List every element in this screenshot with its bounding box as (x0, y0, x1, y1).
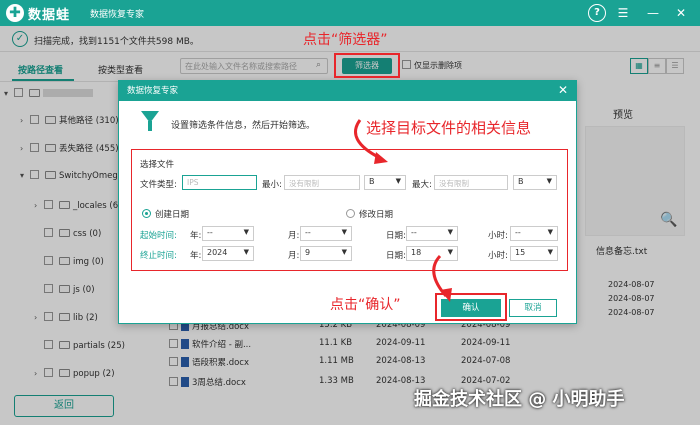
annotation-confirm: 点击“确认” (330, 297, 401, 313)
arrow-head (440, 288, 452, 302)
arrow-head (374, 152, 388, 164)
watermark: 掘金技术社区 @ 小明助手 (414, 389, 625, 410)
annotation-select: 选择目标文件的相关信息 (366, 119, 532, 137)
filter-highlight-box (334, 53, 400, 78)
